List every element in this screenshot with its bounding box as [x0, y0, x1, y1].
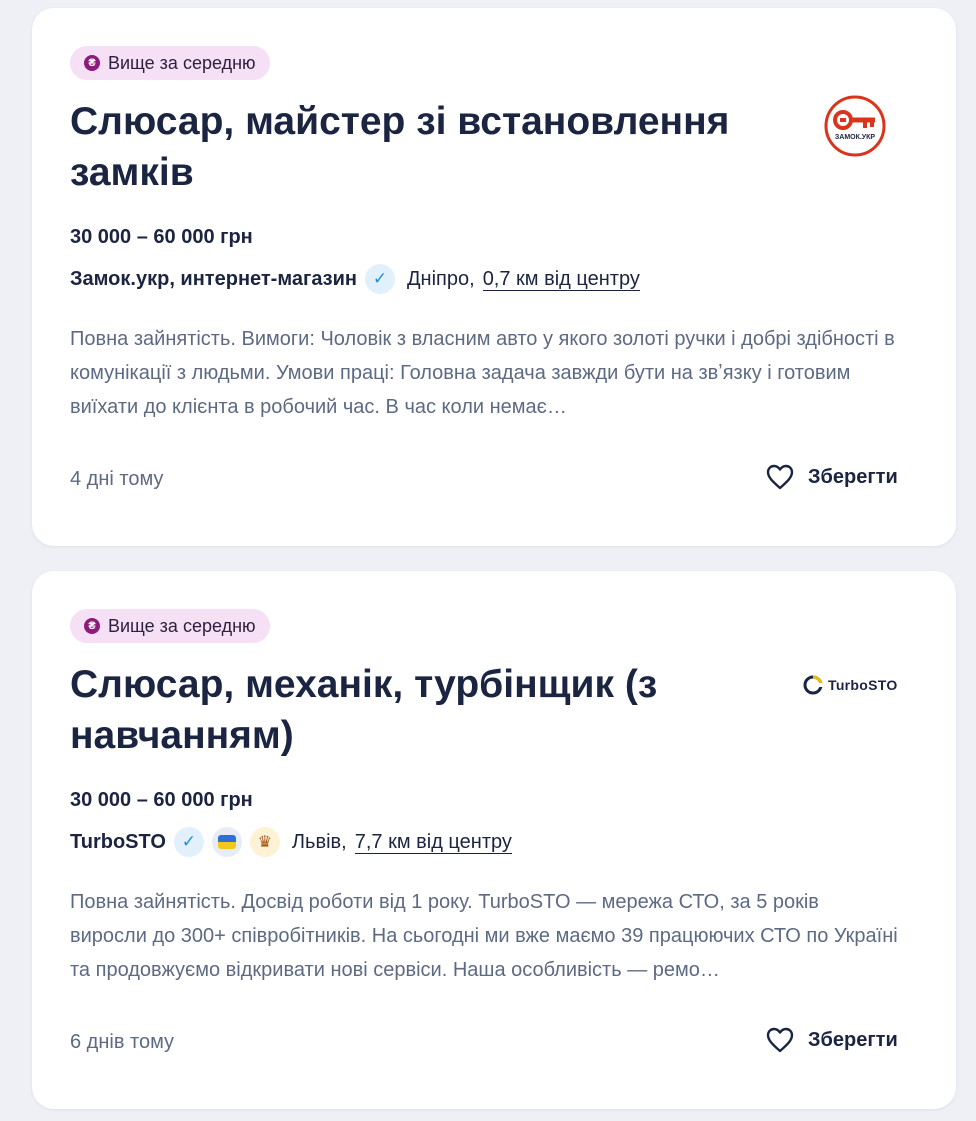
company-location-row: Замок.укр, интернет-магазин ✓ Дніпро, 0,… — [70, 262, 640, 296]
above-average-salary-badge: ₴ Вище за середню — [70, 46, 270, 80]
verified-check-icon: ✓ — [365, 264, 396, 294]
city: Дніпро, — [407, 267, 475, 290]
heart-icon — [766, 464, 794, 490]
crown-icon: ♛ — [249, 827, 280, 857]
heart-icon — [766, 1027, 794, 1053]
turbo-logo-icon — [803, 675, 824, 695]
save-button[interactable]: Зберегти — [766, 1027, 898, 1053]
company-location-row: TurboSTO ✓ ♛ Львів, 7,7 км від центру — [70, 825, 512, 859]
hryvnia-coin-icon: ₴ — [84, 55, 100, 71]
logo-wordmark: ЗАМОК.УКР — [835, 134, 876, 141]
badge-label: Вище за середню — [108, 52, 256, 73]
vacancy-card[interactable]: ₴ Вище за середню Слюсар, майстер зі вст… — [32, 8, 956, 546]
vacancy-description: Повна зайнятість. Вимоги: Чоловік з влас… — [70, 328, 895, 418]
company-logo[interactable]: ЗАМОК.УКР — [823, 94, 887, 158]
company-name[interactable]: TurboSTO — [70, 831, 166, 854]
vacancy-card[interactable]: ₴ Вище за середню Слюсар, механік, турбі… — [32, 571, 956, 1109]
city: Львів, — [291, 830, 347, 853]
ukraine-flag-icon — [211, 827, 242, 857]
salary: 30 000 – 60 000 грн — [70, 789, 253, 811]
distance-link[interactable]: 0,7 км від центру — [482, 268, 640, 291]
save-button[interactable]: Зберегти — [766, 464, 898, 490]
save-label: Зберегти — [808, 465, 898, 488]
vacancy-description: Повна зайнятість. Досвід роботи від 1 ро… — [70, 891, 898, 981]
vacancy-title[interactable]: Слюсар, майстер зі встановлення замків — [70, 96, 770, 198]
company-logo[interactable]: TurboSTO — [802, 671, 910, 699]
logo-wordmark: TurboSTO — [828, 677, 898, 693]
vacancy-title[interactable]: Слюсар, механік, турбінщик (з навчанням) — [70, 659, 770, 761]
above-average-salary-badge: ₴ Вище за середню — [70, 609, 270, 643]
posted-date: 4 дні тому — [70, 468, 164, 490]
company-name[interactable]: Замок.укр, интернет-магазин — [70, 268, 357, 291]
distance-link[interactable]: 7,7 км від центру — [354, 831, 512, 854]
verified-check-icon: ✓ — [173, 827, 204, 857]
save-label: Зберегти — [808, 1028, 898, 1051]
badge-label: Вище за середню — [108, 615, 256, 636]
posted-date: 6 днів тому — [70, 1031, 175, 1053]
salary: 30 000 – 60 000 грн — [70, 226, 253, 248]
hryvnia-coin-icon: ₴ — [84, 618, 100, 634]
